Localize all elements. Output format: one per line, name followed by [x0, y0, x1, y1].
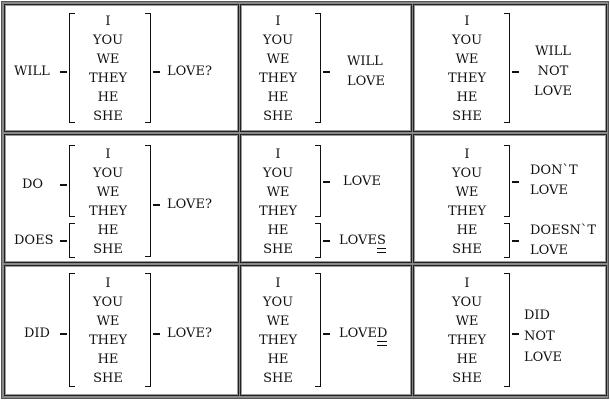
future-positive-cell: I YOU WE THEY HE SHE WILL LOVE: [240, 4, 412, 132]
pronoun-list: I YOU WE THEY HE SHE: [88, 276, 128, 386]
dont-love: DON`T LOVE: [530, 163, 578, 198]
aux-will: WILL: [14, 64, 50, 79]
will-not-love: WILL NOT LOVE: [534, 44, 572, 99]
connector: [323, 333, 330, 335]
present-question-cell: DO DOES I YOU WE THEY HE SHE LOVE?: [4, 134, 239, 263]
aux-do: DO: [22, 177, 44, 192]
past-positive-cell: I YOU WE THEY HE SHE LOVED: [240, 265, 412, 396]
bracket-right: [145, 145, 151, 257]
bracket-right: [315, 273, 321, 387]
bracket-right: [145, 13, 151, 123]
pronoun-list-singular: HE SHE: [263, 223, 293, 257]
connector: [60, 184, 67, 186]
pronoun-list: I YOU WE THEY HE SHE: [88, 14, 128, 124]
ending-s: S: [376, 233, 386, 253]
doesnt-love: DOESN`T LOVE: [530, 223, 597, 258]
verb-loves: LOVES: [339, 233, 386, 253]
bracket-right: [315, 13, 321, 123]
bracket-right: [315, 223, 321, 258]
pronoun-list-plural: I YOU WE THEY: [258, 147, 298, 219]
connector: [60, 240, 67, 242]
future-question-cell: WILL I YOU WE THEY HE SHE LOVE?: [4, 4, 239, 132]
connector: [153, 333, 160, 335]
pronoun-list: I YOU WE THEY HE SHE: [258, 14, 298, 124]
verb-loved: LOVED: [339, 326, 388, 346]
connector: [512, 71, 519, 73]
future-negative-cell: I YOU WE THEY HE SHE WILL NOT LOVE: [413, 4, 607, 132]
connector: [512, 181, 519, 183]
aux-did: DID: [24, 326, 50, 341]
pronoun-list-singular: HE SHE: [452, 223, 482, 257]
bracket-right: [145, 273, 151, 387]
connector: [60, 71, 67, 73]
connector: [153, 204, 160, 206]
pronoun-list-plural: I YOU WE THEY: [88, 147, 128, 219]
past-question-cell: DID I YOU WE THEY HE SHE LOVE?: [4, 265, 239, 396]
verb-love-question: LOVE?: [167, 197, 212, 212]
pronoun-list-singular: HE SHE: [93, 223, 123, 257]
bracket-right: [315, 145, 321, 217]
pronoun-list: I YOU WE THEY HE SHE: [258, 276, 298, 386]
connector: [60, 333, 67, 335]
bracket-right: [504, 145, 510, 217]
bracket-right: [504, 273, 510, 387]
pronoun-list: I YOU WE THEY HE SHE: [447, 14, 487, 124]
present-negative-cell: I YOU WE THEY DON`T LOVE HE SHE DOESN`T …: [413, 134, 607, 263]
connector: [323, 240, 330, 242]
bracket-right: [504, 13, 510, 123]
present-positive-cell: I YOU WE THEY LOVE HE SHE LOVES: [240, 134, 412, 263]
will-love: WILL LOVE: [347, 54, 385, 89]
tense-table: WILL I YOU WE THEY HE SHE LOVE? I YOU WE…: [0, 0, 610, 400]
connector: [512, 333, 519, 335]
past-negative-cell: I YOU WE THEY HE SHE DID NOT LOVE: [413, 265, 607, 396]
verb-love: LOVE: [343, 174, 381, 189]
connector: [323, 181, 330, 183]
did-not-love: DID NOT LOVE: [524, 308, 562, 365]
pronoun-list-plural: I YOU WE THEY: [447, 147, 487, 219]
ending-d: D: [376, 326, 388, 346]
connector: [153, 71, 160, 73]
connector: [512, 240, 519, 242]
connector: [323, 71, 330, 73]
pronoun-list: I YOU WE THEY HE SHE: [447, 276, 487, 386]
bracket-right: [504, 223, 510, 258]
aux-does: DOES: [14, 233, 54, 248]
verb-love-question: LOVE?: [167, 326, 212, 341]
verb-love-question: LOVE?: [167, 64, 212, 79]
